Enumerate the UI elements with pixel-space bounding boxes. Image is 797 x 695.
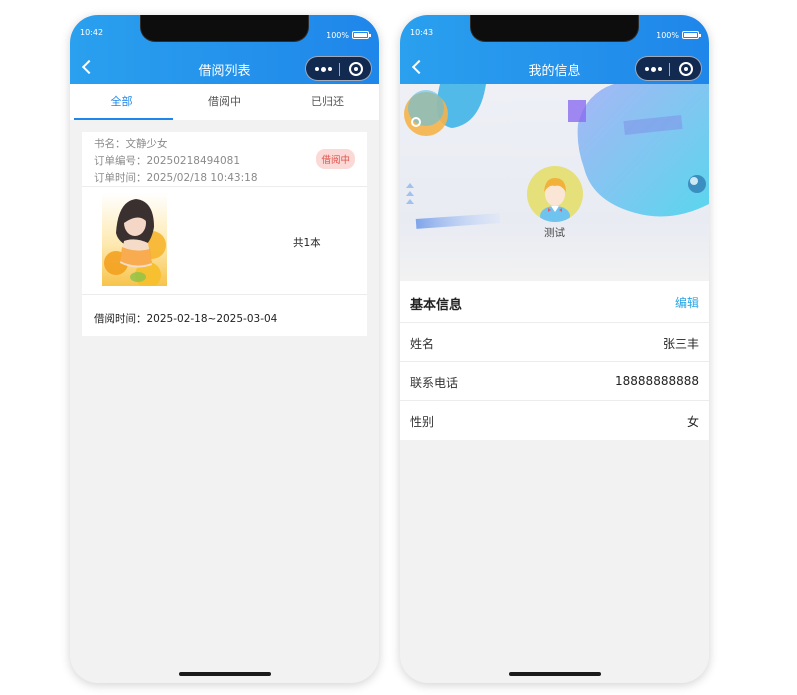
book-name: 书名：文静少女 — [94, 138, 168, 150]
tab-returned[interactable]: 已归还 — [276, 84, 379, 120]
field-value: 18888888888 — [615, 374, 699, 388]
info-row-phone: 联系电话 18888888888 — [400, 362, 709, 401]
more-dots-icon[interactable] — [645, 66, 663, 72]
more-dots-icon[interactable] — [315, 66, 333, 72]
battery-icon — [352, 31, 371, 39]
mini-program-capsule — [305, 56, 372, 81]
username: 测试 — [544, 227, 565, 239]
battery-percent: 100% — [326, 31, 349, 40]
edit-button[interactable]: 编辑 — [675, 294, 699, 311]
tab-all[interactable]: 全部 — [70, 84, 173, 120]
field-value: 张三丰 — [662, 337, 699, 351]
nav-bar: 10:42 100% 借阅列表 — [70, 15, 379, 84]
book-count: 共1本 — [293, 237, 321, 249]
borrow-period: 借阅时间：2025-02-18~2025-03-04 — [94, 313, 278, 325]
book-cover-image — [102, 193, 167, 286]
order-time: 订单时间：2025/02/18 10:43:18 — [94, 172, 258, 184]
order-number: 订单编号：20250218494081 — [94, 155, 241, 167]
battery-icon — [682, 31, 701, 39]
status-time: 10:42 — [80, 28, 104, 37]
card-divider — [82, 186, 367, 187]
field-label: 姓名 — [410, 337, 435, 351]
notch — [141, 15, 308, 41]
field-label: 联系电话 — [410, 376, 459, 390]
close-target-icon[interactable] — [349, 62, 363, 76]
home-indicator — [509, 672, 601, 676]
field-label: 性别 — [410, 415, 435, 429]
basic-info-section: 基本信息 编辑 姓名 张三丰 联系电话 18888888888 性别 女 — [400, 281, 709, 440]
close-target-icon[interactable] — [679, 62, 693, 76]
notch — [471, 15, 638, 41]
info-row-name: 姓名 张三丰 — [400, 323, 709, 362]
battery-percent: 100% — [656, 31, 679, 40]
nav-bar: 10:43 100% 我的信息 — [400, 15, 709, 84]
mini-program-capsule — [635, 56, 702, 81]
capsule-divider — [339, 63, 340, 76]
info-row-gender: 性别 女 — [400, 401, 709, 440]
home-indicator — [179, 672, 271, 676]
tab-bar: 全部 借阅中 已归还 — [70, 84, 379, 120]
profile-hero: 测试 — [400, 84, 709, 281]
tab-borrowing[interactable]: 借阅中 — [173, 84, 276, 120]
phone-my-info: 测试 10:43 100% 我的信息 基本信息 编辑 姓名 张三丰 联系电话 1… — [400, 15, 709, 683]
status-badge: 借阅中 — [316, 149, 355, 169]
field-value: 女 — [686, 415, 699, 429]
user-avatar[interactable] — [527, 166, 583, 222]
order-card[interactable]: 书名：文静少女 订单编号：20250218494081 订单时间：2025/02… — [82, 132, 367, 336]
section-header: 基本信息 编辑 — [400, 281, 709, 323]
section-title: 基本信息 — [410, 298, 463, 313]
phone-borrow-list: 10:42 100% 借阅列表 全部 借阅中 已归还 书名：文静少女 订单编号：… — [70, 15, 379, 683]
status-time: 10:43 — [410, 28, 434, 37]
card-divider — [82, 294, 367, 295]
capsule-divider — [669, 63, 670, 76]
